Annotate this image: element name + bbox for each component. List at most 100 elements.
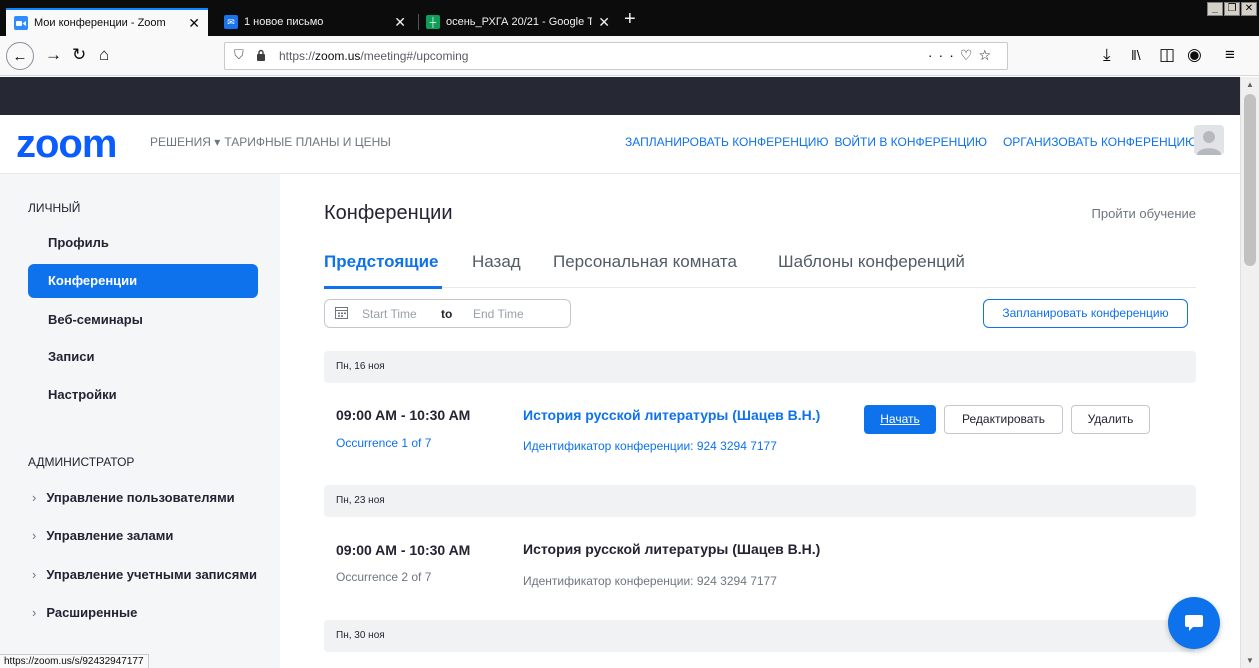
browser-tab-sheets[interactable]: ┼ осень_РХГА 20/21 - Google Табл ✕ <box>418 8 618 36</box>
restore-icon[interactable]: ❐ <box>1224 2 1240 16</box>
calendar-icon <box>335 307 348 319</box>
address-bar[interactable]: ⛉ https://zoom.us/meeting#/upcoming ···♡… <box>224 42 1008 70</box>
zoom-logo[interactable]: zoom <box>16 122 117 166</box>
tab-title: осень_РХГА 20/21 - Google Табл <box>446 16 593 28</box>
close-window-icon[interactable]: ✕ <box>1241 2 1257 16</box>
zoom-favicon-icon <box>14 16 28 30</box>
scroll-up-icon[interactable]: ▲ <box>1246 80 1254 89</box>
new-tab-icon[interactable]: + <box>624 9 636 29</box>
meeting-topic-link[interactable]: История русской литературы (Шацев В.Н.) <box>523 541 820 557</box>
delete-meeting-button[interactable]: Удалить <box>1071 405 1150 434</box>
url-text: https://zoom.us/meeting#/upcoming <box>279 49 468 63</box>
sidebar-item-recordings[interactable]: Записи <box>28 340 258 374</box>
arrow-right-icon[interactable]: → <box>45 45 62 65</box>
sidebar-item-settings[interactable]: Настройки <box>28 378 258 412</box>
chevron-right-icon: › <box>32 490 37 505</box>
browser-tab-zoom[interactable]: Мои конференции - Zoom ✕ <box>6 8 208 36</box>
day-header: Пн, 30 ноя <box>324 620 1196 652</box>
close-tab-icon[interactable]: ✕ <box>598 14 610 31</box>
sidebar-item-meetings[interactable]: Конференции <box>28 264 258 298</box>
schedule-meeting-button[interactable]: Запланировать конференцию <box>983 299 1188 328</box>
lock-icon[interactable] <box>256 49 266 61</box>
pocket-icon[interactable]: ♡ <box>960 47 979 63</box>
download-icon[interactable]: ⤓ <box>1103 45 1111 65</box>
meeting-occurrence-link[interactable]: Occurrence 1 of 7 <box>336 436 431 450</box>
date-range-to-label: to <box>441 307 453 321</box>
tab-personal-room[interactable]: Персональная комната <box>553 252 737 272</box>
hamburger-menu-icon[interactable]: ≡ <box>1225 45 1235 65</box>
url-actions: ···♡☆ <box>928 47 997 64</box>
reload-icon[interactable]: ↻ <box>72 45 86 65</box>
day-header: Пн, 23 ноя <box>324 485 1196 517</box>
sidebar-item-user-management[interactable]: › Управление пользователями <box>32 490 235 505</box>
meeting-id[interactable]: Идентификатор конференции: 924 3294 7177 <box>523 439 777 453</box>
topnav-left-links: РЕШЕНИЯ ▾ ТАРИФНЫЕ ПЛАНЫ И ЦЕНЫ <box>150 135 391 149</box>
chevron-right-icon: › <box>32 605 37 620</box>
sidebar-item-profile[interactable]: Профиль <box>28 226 258 260</box>
shield-icon[interactable]: ⛉ <box>234 47 244 63</box>
sidebar-item-room-management[interactable]: › Управление залами <box>32 528 173 543</box>
day-header: Пн, 16 ноя <box>324 351 1196 383</box>
sidebar-item-account-management[interactable]: › Управление учетными записями <box>32 567 257 582</box>
admin-heading: АДМИНИСТРАТОР <box>28 455 135 469</box>
close-tab-icon[interactable]: ✕ <box>394 14 406 31</box>
mail-favicon-icon: ✉ <box>224 15 238 29</box>
url-prefix: https:// <box>279 49 316 63</box>
page-scrollbar[interactable]: ▲ ▼ <box>1240 77 1259 668</box>
sidebar-item-label: Управление залами <box>46 528 174 543</box>
arrow-left-icon[interactable]: ← <box>6 42 34 70</box>
sidebar: ЛИЧНЫЙ Профиль Конференции Веб-семинары … <box>0 174 280 668</box>
sidebar-item-label: Управление пользователями <box>46 490 235 505</box>
learn-link[interactable]: Пройти обучение <box>1092 206 1196 221</box>
status-bar-url: https://zoom.us/s/92432947177 <box>0 654 149 668</box>
meeting-time: 09:00 AM - 10:30 AM <box>336 542 471 558</box>
star-icon[interactable]: ☆ <box>978 47 997 63</box>
zoom-top-nav: zoom РЕШЕНИЯ ▾ ТАРИФНЫЕ ПЛАНЫ И ЦЕНЫ ЗАП… <box>0 115 1240 174</box>
active-tab-indicator <box>324 286 442 289</box>
library-icon[interactable]: ‖\ <box>1131 45 1141 65</box>
meeting-tabs: Предстоящие Назад Персональная комната Ш… <box>324 252 1196 289</box>
more-dots-icon[interactable]: ··· <box>928 47 960 63</box>
meeting-id: Идентификатор конференции: 924 3294 7177 <box>523 574 777 588</box>
tab-upcoming[interactable]: Предстоящие <box>324 252 439 272</box>
host-meeting-menu[interactable]: ОРГАНИЗОВАТЬ КОНФЕРЕНЦИЮ ▾ <box>1003 135 1207 149</box>
tab-meeting-templates[interactable]: Шаблоны конференций <box>778 252 965 272</box>
home-icon[interactable]: ⌂ <box>99 45 109 65</box>
plans-pricing-link[interactable]: ТАРИФНЫЕ ПЛАНЫ И ЦЕНЫ <box>224 135 391 149</box>
user-avatar-icon[interactable] <box>1194 125 1224 155</box>
sidebar-item-label: Управление учетными записями <box>46 567 257 582</box>
browser-tab-bar: Мои конференции - Zoom ✕ ✉ 1 новое письм… <box>0 0 1259 36</box>
tab-title: Мои конференции - Zoom <box>34 17 166 29</box>
chevron-right-icon: › <box>32 567 37 582</box>
scroll-down-icon[interactable]: ▼ <box>1246 656 1254 665</box>
date-range-filter[interactable]: Start Time to End Time <box>324 299 571 328</box>
sidebar-icon[interactable]: ◫ <box>1159 45 1175 65</box>
browser-tab-mail[interactable]: ✉ 1 новое письмо ✕ <box>216 8 414 36</box>
chat-bubble-icon <box>1185 615 1203 631</box>
account-icon[interactable]: ◉ <box>1187 45 1202 65</box>
top-announcement-strip <box>0 77 1240 115</box>
browser-toolbar: ← → ↻ ⌂ ⛉ https://zoom.us/meeting#/upcom… <box>0 36 1259 76</box>
minimize-icon[interactable]: _ <box>1207 2 1223 16</box>
personal-heading: ЛИЧНЫЙ <box>28 201 81 215</box>
start-meeting-button[interactable]: Начать <box>864 405 936 434</box>
sidebar-item-advanced[interactable]: › Расширенные <box>32 605 137 620</box>
sidebar-item-label: Расширенные <box>46 605 138 620</box>
solutions-menu[interactable]: РЕШЕНИЯ ▾ <box>150 135 220 149</box>
sheets-favicon-icon: ┼ <box>426 15 440 29</box>
window-controls: _ ❐ ✕ <box>1207 2 1257 16</box>
scrollbar-thumb[interactable] <box>1244 94 1256 266</box>
chevron-right-icon: › <box>32 528 37 543</box>
end-time-input[interactable]: End Time <box>473 307 524 321</box>
topnav-right-links: ЗАПЛАНИРОВАТЬ КОНФЕРЕНЦИЮ ВОЙТИ В КОНФЕР… <box>625 135 1207 149</box>
join-meeting-link[interactable]: ВОЙТИ В КОНФЕРЕНЦИЮ <box>834 135 986 149</box>
chat-button[interactable] <box>1168 597 1220 649</box>
close-tab-icon[interactable]: ✕ <box>188 15 200 32</box>
schedule-meeting-link[interactable]: ЗАПЛАНИРОВАТЬ КОНФЕРЕНЦИЮ <box>625 135 828 149</box>
tab-previous[interactable]: Назад <box>472 252 521 272</box>
edit-meeting-button[interactable]: Редактировать <box>944 405 1063 434</box>
sidebar-item-webinars[interactable]: Веб-семинары <box>28 303 258 337</box>
meeting-topic-link[interactable]: История русской литературы (Шацев В.Н.) <box>523 407 820 423</box>
start-time-input[interactable]: Start Time <box>362 307 417 321</box>
meeting-occurrence: Occurrence 2 of 7 <box>336 570 432 584</box>
